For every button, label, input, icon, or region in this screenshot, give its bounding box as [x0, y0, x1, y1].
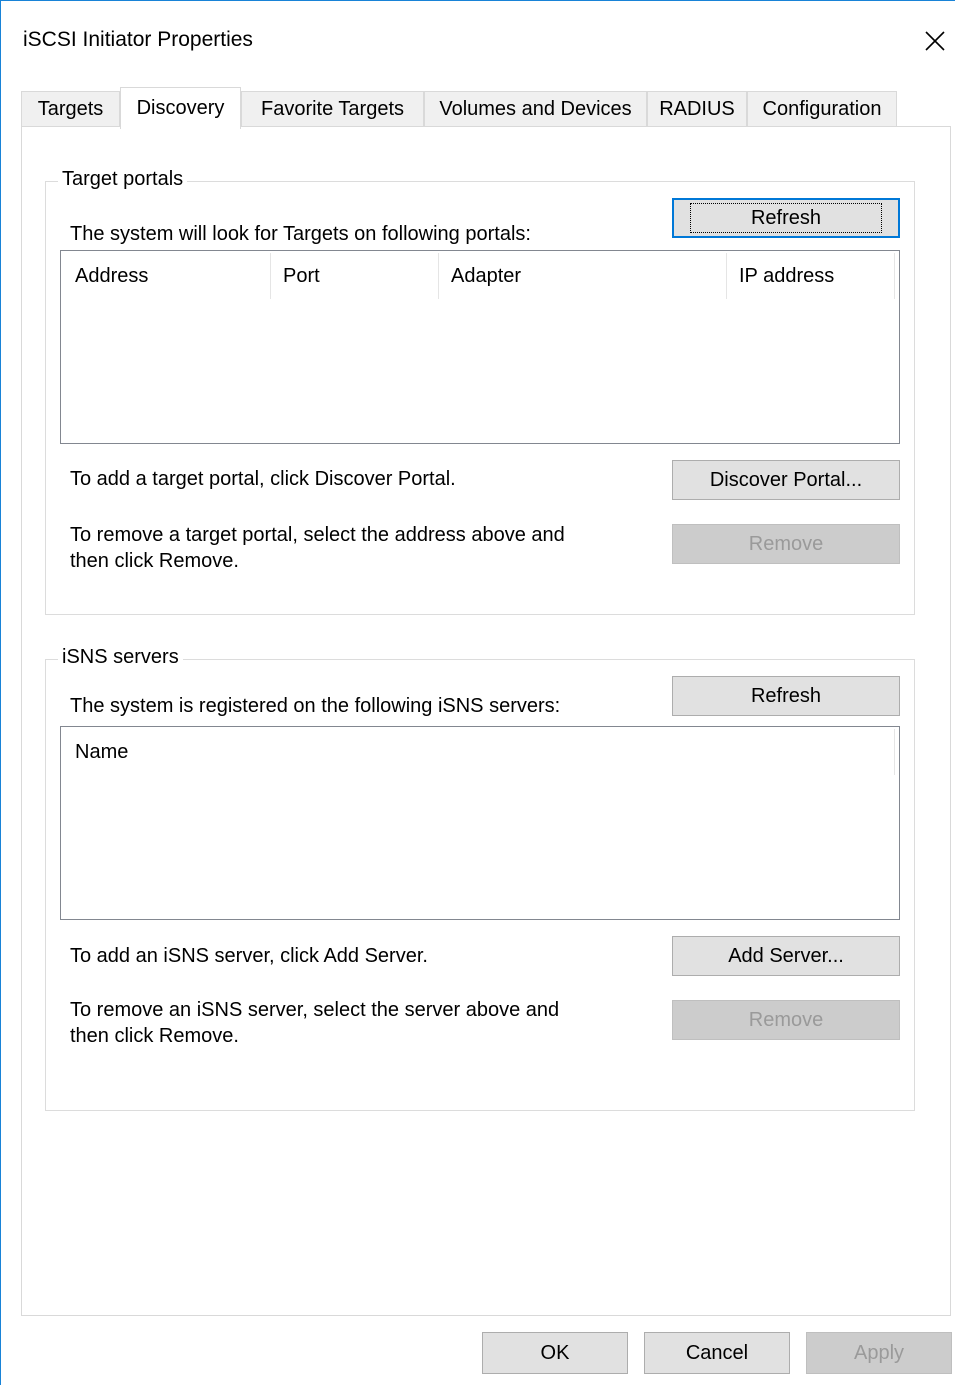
ok-button[interactable]: OK	[482, 1332, 628, 1374]
cancel-button[interactable]: Cancel	[644, 1332, 790, 1374]
isns-servers-group: iSNS servers The system is registered on…	[45, 646, 915, 1111]
remove-portal-hint-line1: To remove a target portal, select the ad…	[70, 524, 565, 546]
column-divider[interactable]	[438, 253, 439, 299]
window-title: iSCSI Initiator Properties	[23, 28, 253, 51]
isns-refresh-button[interactable]: Refresh	[672, 676, 900, 716]
discover-portal-button[interactable]: Discover Portal...	[672, 460, 900, 500]
refresh-label: Refresh	[750, 206, 822, 229]
target-portals-group: Target portals The system will look for …	[45, 168, 915, 615]
remove-server-hint-line1: To remove an iSNS server, select the ser…	[70, 999, 560, 1021]
discovery-tab-panel: Target portals The system will look for …	[21, 126, 951, 1316]
tab-favorite-targets[interactable]: Favorite Targets	[241, 91, 424, 127]
title-bar: iSCSI Initiator Properties	[1, 1, 955, 79]
tab-strip: Targets Discovery Favorite Targets Volum…	[21, 87, 941, 129]
column-header-address[interactable]: Address	[75, 251, 265, 301]
isns-servers-list[interactable]: Name	[60, 726, 900, 920]
target-portals-list[interactable]: Address Port Adapter IP address	[60, 250, 900, 444]
close-button[interactable]	[915, 21, 955, 61]
remove-server-button[interactable]: Remove	[672, 1000, 900, 1040]
column-divider[interactable]	[270, 253, 271, 299]
target-portals-description: The system will look for Targets on foll…	[70, 223, 531, 245]
add-server-hint: To add an iSNS server, click Add Server.	[70, 945, 428, 967]
iscsi-initiator-properties-dialog: iSCSI Initiator Properties Targets Disco…	[0, 0, 955, 1385]
remove-server-hint-line2: then click Remove.	[70, 1025, 239, 1047]
add-server-button[interactable]: Add Server...	[672, 936, 900, 976]
column-divider[interactable]	[726, 253, 727, 299]
tab-targets[interactable]: Targets	[21, 91, 120, 127]
column-divider[interactable]	[894, 253, 895, 299]
isns-servers-legend: iSNS servers	[58, 646, 183, 669]
tab-radius[interactable]: RADIUS	[647, 91, 747, 127]
remove-portal-hint-line2: then click Remove.	[70, 550, 239, 572]
tab-discovery[interactable]: Discovery	[120, 87, 241, 129]
add-portal-hint: To add a target portal, click Discover P…	[70, 468, 456, 490]
target-portals-refresh-button[interactable]: Refresh	[672, 198, 900, 238]
target-portals-legend: Target portals	[58, 168, 188, 191]
close-icon	[925, 31, 945, 51]
isns-servers-description: The system is registered on the followin…	[70, 695, 561, 717]
column-header-ip-address[interactable]: IP address	[739, 251, 889, 301]
apply-button[interactable]: Apply	[806, 1332, 952, 1374]
column-header-name[interactable]: Name	[75, 727, 875, 777]
column-divider[interactable]	[894, 729, 895, 775]
column-header-port[interactable]: Port	[283, 251, 433, 301]
tab-volumes-and-devices[interactable]: Volumes and Devices	[424, 91, 647, 127]
tab-configuration[interactable]: Configuration	[747, 91, 897, 127]
remove-portal-button[interactable]: Remove	[672, 524, 900, 564]
column-header-adapter[interactable]: Adapter	[451, 251, 721, 301]
